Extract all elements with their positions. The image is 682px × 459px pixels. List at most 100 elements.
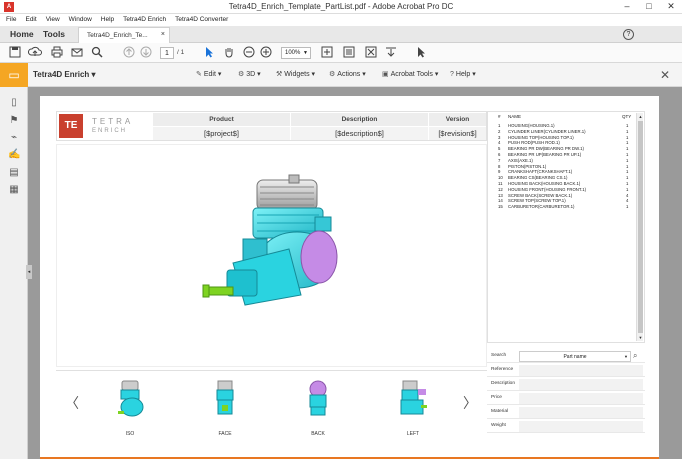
- tab-tools[interactable]: Tools: [43, 29, 65, 39]
- edit-menu[interactable]: ✎ Edit ▾: [196, 70, 221, 78]
- view-thumbnail-face[interactable]: FACE: [205, 375, 245, 437]
- part-name: CARBURETOR(CARBURETOR.1): [508, 204, 575, 210]
- material-label: Material: [491, 409, 509, 414]
- widgets-icon: ⚒: [276, 71, 283, 78]
- pointer-tool-icon[interactable]: [414, 46, 428, 60]
- view-label-iso: ISO: [125, 431, 135, 437]
- zoom-out-icon[interactable]: [242, 46, 256, 60]
- actions-menu-label: Actions: [337, 71, 361, 78]
- expand-pane-handle[interactable]: ◂: [26, 265, 32, 279]
- view-thumbnail-back[interactable]: BACK: [298, 375, 338, 437]
- view-label-back: BACK: [311, 431, 325, 437]
- zoom-level-value: 100%: [285, 50, 301, 56]
- menu-file[interactable]: File: [6, 14, 16, 26]
- hand-tool-icon[interactable]: [222, 46, 236, 60]
- weight-label: Weight: [491, 423, 506, 428]
- fit-page-icon[interactable]: [320, 46, 334, 60]
- plugin-help-menu[interactable]: ? Help ▾: [450, 70, 476, 78]
- view-thumbnail-iso[interactable]: ISO: [110, 375, 150, 437]
- thumbnail-prev-icon[interactable]: 〈: [65, 393, 79, 413]
- widgets-menu-label: Widgets: [284, 71, 310, 78]
- tab-document[interactable]: Tetra4D_Enrich_Te... ×: [78, 27, 170, 43]
- scroll-thumb[interactable]: [638, 121, 643, 333]
- full-screen-icon[interactable]: [364, 46, 378, 60]
- close-toolbar-icon[interactable]: ✕: [660, 68, 670, 82]
- search-icon[interactable]: [90, 46, 104, 60]
- page-number-input[interactable]: 1: [160, 47, 174, 59]
- tetra4d-brand-menu[interactable]: Tetra4D Enrich ▾: [33, 70, 96, 79]
- price-row: Price: [487, 392, 645, 405]
- download-tool-icon[interactable]: [384, 46, 398, 60]
- view-label-face: FACE: [218, 431, 232, 437]
- save-icon[interactable]: [8, 46, 22, 60]
- layers-icon[interactable]: ▤: [8, 167, 20, 179]
- weight-field[interactable]: [519, 421, 643, 432]
- part-list-rows: 1 HOUSING(HOUSING.1) 1 2 CYLINDER LINER(CYLI…: [488, 123, 638, 210]
- reference-field[interactable]: [519, 365, 643, 376]
- 3d-viewport[interactable]: ← ⌂ → ↻ ✥ ⊕ ⤢ ⤧ ◈ ◇ ▪ ◆ ◻ ◫: [56, 144, 487, 412]
- model-tree-icon[interactable]: ▦: [8, 184, 20, 196]
- view-thumbnail-left[interactable]: LEFT: [393, 375, 433, 437]
- pages-icon[interactable]: ▯: [8, 97, 20, 109]
- header-description: Description: [291, 113, 428, 126]
- part-list-col-qty: QTY: [622, 114, 632, 119]
- view-label-left: LEFT: [406, 431, 420, 437]
- close-window-button[interactable]: ✕: [660, 0, 682, 14]
- actions-icon: ⚙: [329, 71, 336, 78]
- plugin-help-label: Help: [455, 71, 471, 78]
- description-field[interactable]: [519, 379, 643, 390]
- menu-tetra4d-converter[interactable]: Tetra4D Converter: [175, 14, 228, 26]
- price-field[interactable]: [519, 393, 643, 404]
- widgets-menu[interactable]: ⚒ Widgets ▾: [276, 70, 315, 78]
- acrobat-tools-icon: ▣: [382, 71, 389, 78]
- attachment-icon[interactable]: ⌁: [8, 132, 20, 144]
- minimize-button[interactable]: –: [616, 0, 638, 14]
- menu-edit[interactable]: Edit: [25, 14, 36, 26]
- main-toolbar: 1 / 1 100% ▼: [0, 43, 682, 63]
- menu-view[interactable]: View: [46, 14, 60, 26]
- previous-page-icon[interactable]: [122, 46, 136, 60]
- actions-menu[interactable]: ⚙ Actions ▾: [329, 70, 366, 78]
- scroll-up-icon[interactable]: ▲: [637, 113, 644, 120]
- help-icon[interactable]: ?: [623, 29, 634, 40]
- maximize-button[interactable]: □: [638, 0, 660, 14]
- tetra4d-panel-icon[interactable]: ▭: [0, 63, 28, 87]
- menu-tetra4d-enrich[interactable]: Tetra4D Enrich: [123, 14, 166, 26]
- engine-model[interactable]: [57, 145, 487, 350]
- acrobat-tools-menu[interactable]: ▣ Acrobat Tools ▾: [382, 70, 438, 78]
- bookmark-icon[interactable]: ⚑: [8, 115, 20, 127]
- 3d-menu[interactable]: ⚙ 3D ▾: [238, 70, 261, 78]
- close-tab-icon[interactable]: ×: [161, 31, 165, 38]
- search-button-icon[interactable]: ⌕: [633, 351, 637, 361]
- part-list-scrollbar[interactable]: ▲ ▼: [636, 113, 643, 341]
- scroll-mode-icon[interactable]: [342, 46, 356, 60]
- tab-home[interactable]: Home: [10, 29, 34, 39]
- menu-window[interactable]: Window: [69, 14, 92, 26]
- email-icon[interactable]: [70, 46, 84, 60]
- next-page-icon[interactable]: [139, 46, 153, 60]
- page-count: / 1: [177, 49, 185, 56]
- search-row: Search Part name ▼ ⌕: [487, 350, 645, 363]
- view-thumbnails: 〈 〉 ISO FACE BACK LEFT: [56, 370, 487, 440]
- upload-cloud-icon[interactable]: [27, 46, 42, 60]
- zoom-level-select[interactable]: 100% ▼: [281, 47, 311, 59]
- header-product: Product: [153, 113, 290, 126]
- material-field[interactable]: [519, 407, 643, 418]
- value-description: [$description$]: [291, 127, 428, 140]
- tab-document-label: Tetra4D_Enrich_Te...: [87, 32, 148, 39]
- print-icon[interactable]: [50, 46, 64, 60]
- zoom-in-icon[interactable]: [259, 46, 273, 60]
- 3d-menu-label: 3D: [246, 71, 256, 78]
- value-version: [$revision$]: [429, 127, 486, 140]
- signature-icon[interactable]: ✍: [8, 149, 20, 161]
- logo-text-enrich: ENRICH: [92, 128, 128, 134]
- search-field-value: Part name: [563, 354, 587, 360]
- search-field-select[interactable]: Part name ▼: [519, 351, 631, 362]
- part-list-row[interactable]: 15 CARBURETOR(CARBURETOR.1) 1: [488, 204, 638, 210]
- chevron-down-icon: ▼: [624, 354, 628, 359]
- select-cursor-icon[interactable]: [202, 46, 216, 60]
- value-product: [$project$]: [153, 127, 290, 140]
- thumbnail-next-icon[interactable]: 〉: [463, 393, 477, 413]
- scroll-down-icon[interactable]: ▼: [637, 334, 644, 341]
- menu-help[interactable]: Help: [101, 14, 114, 26]
